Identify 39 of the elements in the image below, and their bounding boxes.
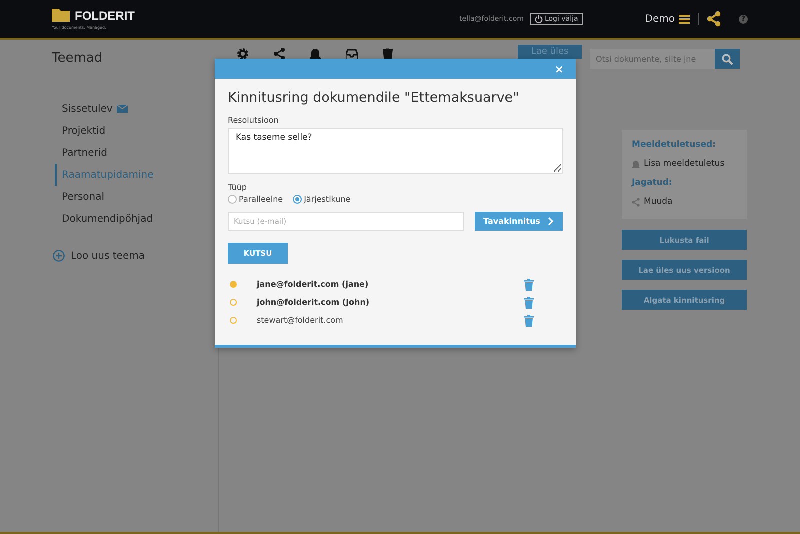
folder-icon xyxy=(52,9,70,22)
shared-heading: Jagatud: xyxy=(632,178,674,188)
resolution-field[interactable]: Kas taseme selle? xyxy=(228,128,563,174)
edit-sharing-link[interactable]: Muuda xyxy=(632,197,737,207)
trash-icon[interactable] xyxy=(383,48,393,60)
account-menu[interactable]: Demo xyxy=(645,14,690,24)
new-topic-link[interactable]: Loo uus teema xyxy=(53,250,218,262)
field-label: Tüüp xyxy=(228,183,248,192)
dialog-title: Kinnitusring dokumendile "Ettemaksuarve" xyxy=(228,90,520,106)
sidebar-item[interactable]: Projektid xyxy=(55,120,218,142)
reminders-heading: Meeldetuletused: xyxy=(632,140,717,150)
sidebar-item[interactable]: Partnerid xyxy=(55,142,218,164)
sidebar-item[interactable]: Sissetulev xyxy=(55,98,218,120)
field-label: Resolutsioon xyxy=(228,116,280,125)
add-reminder-link[interactable]: Lisa meeldetuletus xyxy=(632,159,737,169)
close-button[interactable]: × xyxy=(554,64,564,74)
search-button[interactable] xyxy=(715,49,740,69)
sidebar-item[interactable]: Personal xyxy=(55,186,218,208)
sidebar-item[interactable]: Dokumendipõhjad xyxy=(55,208,218,230)
radio-option[interactable]: Paralleelne xyxy=(228,195,284,204)
plus-circle-icon xyxy=(53,250,65,262)
bell-icon xyxy=(632,160,640,168)
participant-email: jane@folderit.com (jane) xyxy=(257,280,369,289)
power-icon xyxy=(534,15,543,23)
share-icon[interactable] xyxy=(707,11,721,27)
share-icon xyxy=(632,198,640,206)
menu-icon xyxy=(679,14,690,24)
brand-name: FOLDERIT xyxy=(75,8,135,22)
section-title: Teemad xyxy=(52,51,104,66)
radio-button[interactable] xyxy=(228,195,237,204)
settings-icon[interactable] xyxy=(237,48,249,60)
radio-button[interactable] xyxy=(293,195,302,204)
participant-email: stewart@folderit.com xyxy=(257,316,344,325)
participant-email: john@folderit.com (John) xyxy=(257,298,370,307)
approval-type-button[interactable]: Tavakinnitus xyxy=(475,212,563,231)
radio-option[interactable]: Järjestikune xyxy=(293,195,351,204)
bell-icon[interactable] xyxy=(310,48,321,60)
search-icon xyxy=(722,54,733,64)
chevron-right-icon xyxy=(548,217,554,226)
